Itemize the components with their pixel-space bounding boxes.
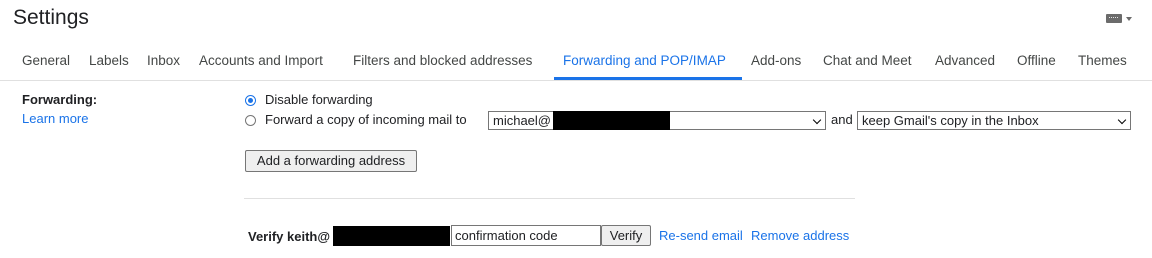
- verify-label: Verify keith@: [248, 229, 331, 244]
- section-divider: [244, 198, 855, 199]
- and-text: and: [831, 112, 853, 127]
- tab-forwarding-and-pop-imap[interactable]: Forwarding and POP/IMAP: [563, 53, 726, 68]
- learn-more-link[interactable]: Learn more: [22, 111, 88, 126]
- keep-copy-select[interactable]: keep Gmail's copy in the Inbox: [857, 111, 1131, 130]
- forwarding-section-label: Forwarding:: [22, 92, 98, 107]
- tab-accounts-and-import[interactable]: Accounts and Import: [199, 53, 323, 68]
- tab-inbox[interactable]: Inbox: [147, 53, 180, 68]
- page-title: Settings: [13, 6, 89, 29]
- active-tab-indicator: [554, 77, 742, 80]
- forward-copy-radio[interactable]: [245, 115, 256, 126]
- resend-email-link[interactable]: Re-send email: [659, 228, 743, 243]
- verify-button[interactable]: Verify: [601, 225, 651, 246]
- chevron-down-icon: [1117, 115, 1127, 125]
- tab-add-ons[interactable]: Add-ons: [751, 53, 801, 68]
- disable-forwarding-label: Disable forwarding: [265, 92, 373, 107]
- tab-themes[interactable]: Themes: [1078, 53, 1127, 68]
- disable-forwarding-radio[interactable]: [245, 95, 256, 106]
- tab-labels[interactable]: Labels: [89, 53, 129, 68]
- tab-general[interactable]: General: [22, 53, 70, 68]
- keyboard-icon: [1106, 14, 1122, 23]
- keep-copy-value: keep Gmail's copy in the Inbox: [862, 113, 1039, 128]
- tab-advanced[interactable]: Advanced: [935, 53, 995, 68]
- tab-offline[interactable]: Offline: [1017, 53, 1056, 68]
- forward-address-value: michael@: [493, 113, 551, 128]
- confirmation-code-input[interactable]: confirmation code: [451, 225, 601, 246]
- settings-tabs: General Labels Inbox Accounts and Import…: [0, 42, 1152, 81]
- chevron-down-icon: [1126, 16, 1132, 21]
- forward-copy-label: Forward a copy of incoming mail to: [265, 112, 467, 127]
- add-forwarding-address-button[interactable]: Add a forwarding address: [245, 150, 417, 172]
- redaction-box: [333, 226, 450, 246]
- tab-chat-and-meet[interactable]: Chat and Meet: [823, 53, 912, 68]
- keyboard-shortcut-menu[interactable]: [1106, 14, 1132, 23]
- remove-address-link[interactable]: Remove address: [751, 228, 849, 243]
- redaction-box: [553, 111, 670, 130]
- tab-filters-and-blocked-addresses[interactable]: Filters and blocked addresses: [353, 53, 532, 68]
- chevron-down-icon: [812, 115, 822, 125]
